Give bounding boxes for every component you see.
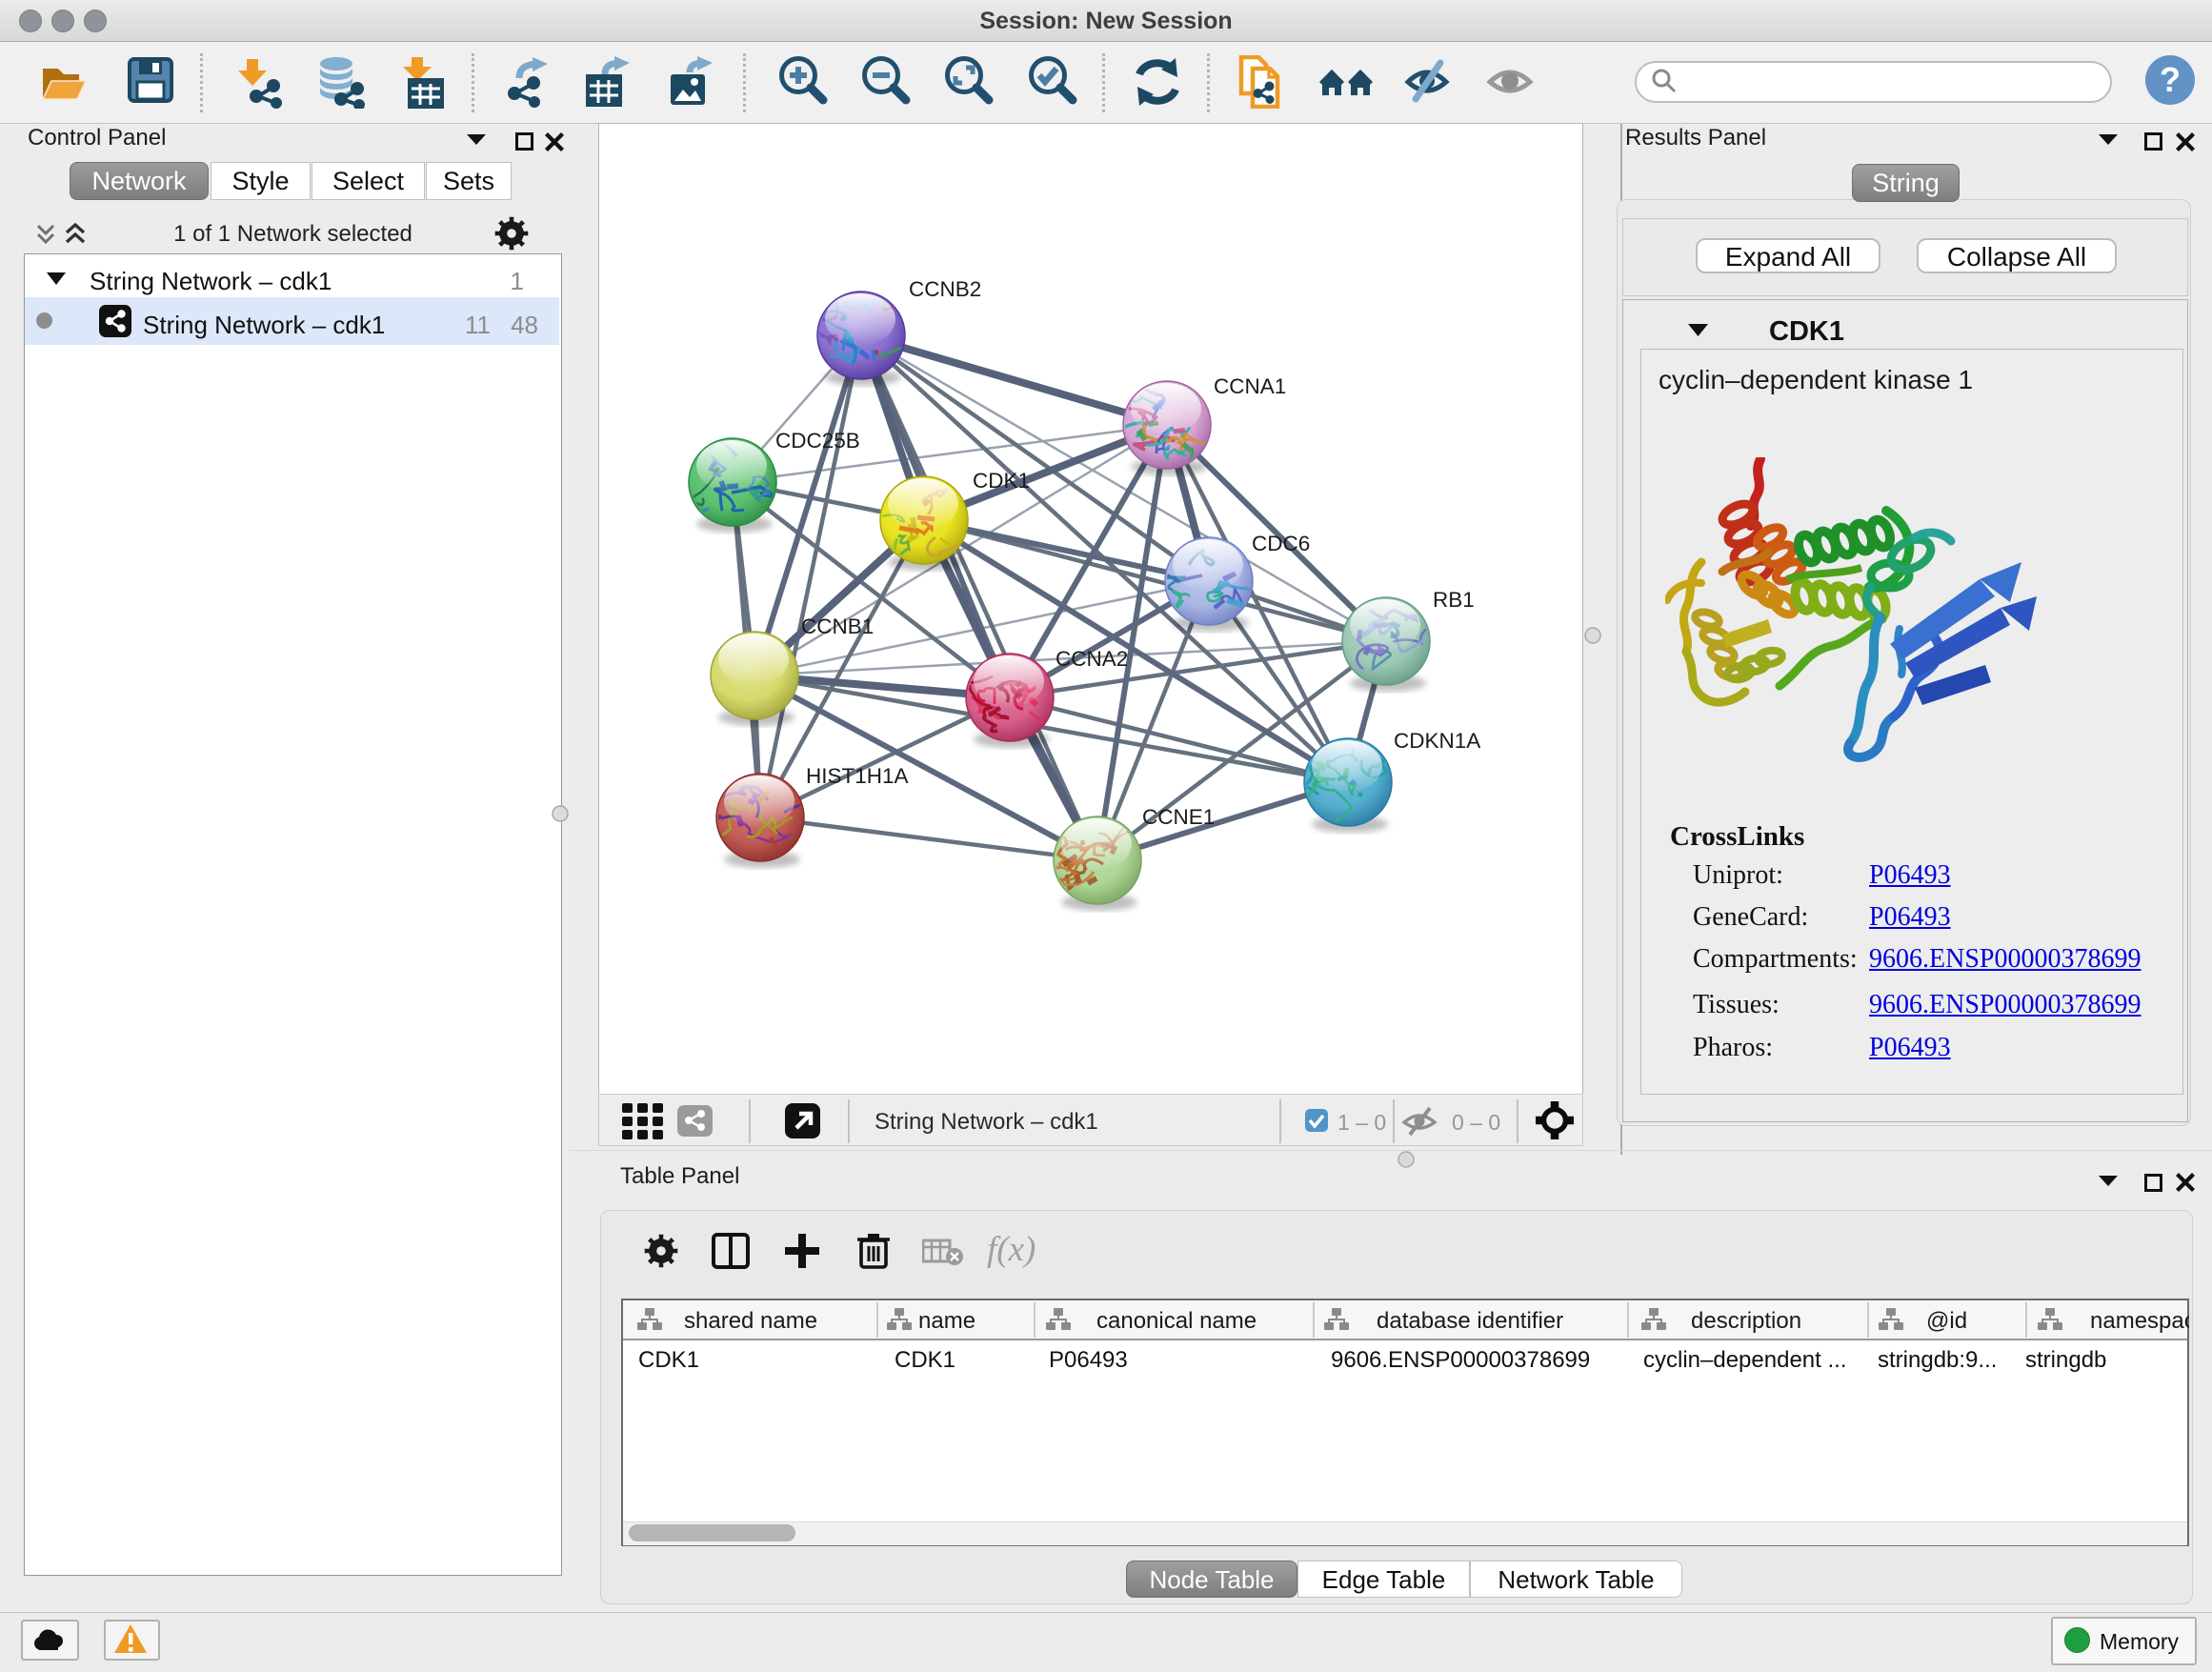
svg-text:CDC6: CDC6 xyxy=(1252,532,1310,555)
svg-text:CDK1: CDK1 xyxy=(973,469,1030,493)
svg-text:CCNB1: CCNB1 xyxy=(801,614,874,638)
svg-text:HIST1H1A: HIST1H1A xyxy=(806,764,909,788)
svg-text:CCNA1: CCNA1 xyxy=(1214,374,1286,398)
svg-text:CDKN1A: CDKN1A xyxy=(1394,729,1480,753)
svg-text:CCNA2: CCNA2 xyxy=(1056,647,1128,671)
svg-text:?: ? xyxy=(2160,60,2181,99)
svg-text:CCNB2: CCNB2 xyxy=(909,277,981,301)
svg-text:CCNE1: CCNE1 xyxy=(1142,805,1215,829)
svg-text:CDC25B: CDC25B xyxy=(775,429,860,453)
svg-text:RB1: RB1 xyxy=(1433,588,1475,612)
